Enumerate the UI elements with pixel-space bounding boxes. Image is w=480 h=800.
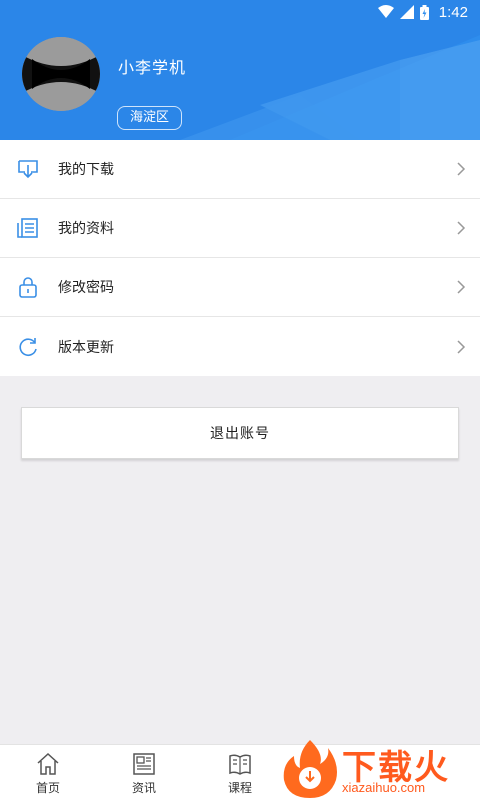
watermark: 下载火 xiazaihuo.com	[280, 736, 480, 800]
menu-item-version-update[interactable]: 版本更新	[0, 317, 480, 376]
logout-button[interactable]: 退出账号	[21, 407, 459, 459]
menu-item-downloads[interactable]: 我的下载	[0, 140, 480, 199]
refresh-icon	[19, 337, 37, 356]
book-icon	[229, 754, 251, 775]
menu-item-change-password[interactable]: 修改密码	[0, 258, 480, 317]
status-bar: 1:42	[0, 0, 480, 24]
nav-label: 课程	[227, 781, 252, 795]
menu-label: 修改密码	[58, 280, 114, 296]
menu-label: 我的资料	[58, 221, 114, 237]
wifi-icon	[377, 5, 394, 19]
chevron-right-icon	[457, 162, 466, 176]
home-icon	[37, 752, 59, 775]
chevron-right-icon	[457, 221, 466, 235]
menu-item-materials[interactable]: 我的资料	[0, 199, 480, 258]
nav-item-courses[interactable]: 课程	[210, 751, 270, 796]
signal-icon	[399, 5, 414, 19]
chevron-right-icon	[457, 339, 466, 354]
district-badge: 海淀区	[117, 106, 183, 130]
avatar[interactable]	[22, 37, 100, 111]
nav-label: 首页	[35, 781, 60, 795]
document-icon	[17, 218, 38, 238]
download-icon	[18, 160, 38, 179]
nav-item-home[interactable]: 首页	[18, 751, 78, 796]
nav-label: 资讯	[131, 781, 156, 795]
status-time: 1:42	[438, 3, 468, 21]
lock-icon	[19, 277, 37, 298]
menu-label: 我的下载	[58, 162, 114, 178]
battery-icon	[419, 4, 429, 20]
news-icon	[133, 753, 155, 775]
chevron-right-icon	[457, 280, 466, 294]
nav-item-news[interactable]: 资讯	[114, 751, 174, 796]
watermark-url: xiazaihuo.com	[342, 780, 426, 795]
menu-label: 版本更新	[58, 339, 114, 356]
flame-logo-icon	[283, 740, 337, 798]
settings-menu: 我的下载 我的资料 修改密码 版本更新	[0, 140, 480, 376]
username: 小李学机	[118, 58, 187, 77]
